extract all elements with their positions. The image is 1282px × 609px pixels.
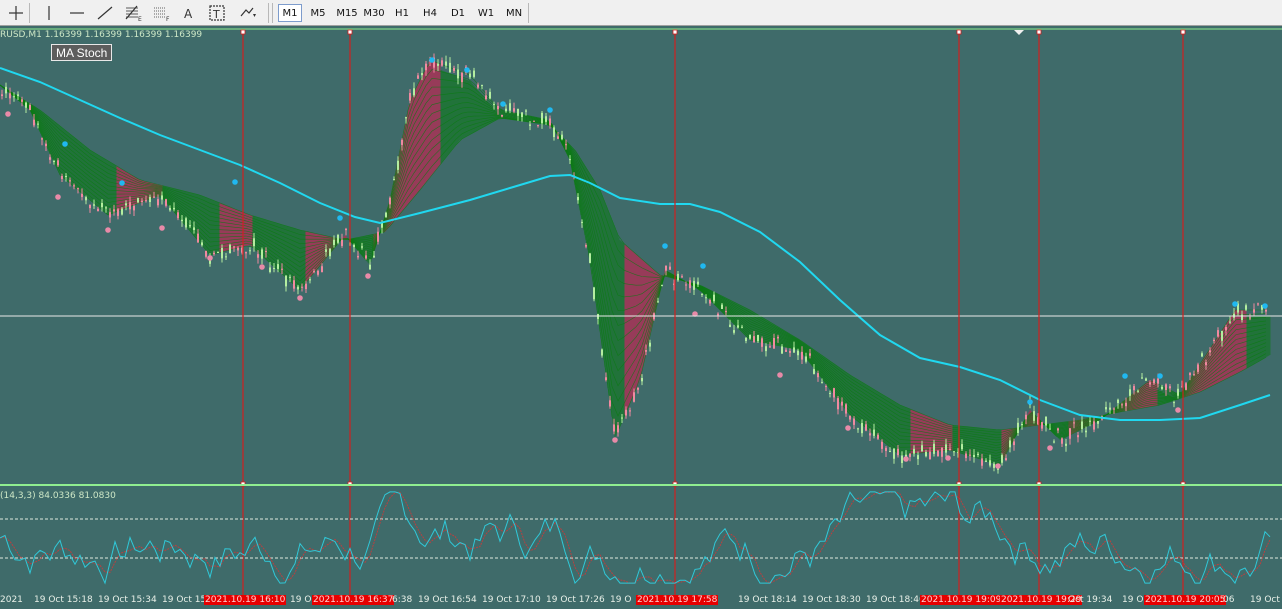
- fibo-fan-icon[interactable]: F: [150, 3, 172, 23]
- timeframe-h4[interactable]: H4: [418, 4, 442, 22]
- price-chart[interactable]: [0, 26, 1282, 609]
- vertical-line-icon[interactable]: [38, 3, 60, 23]
- time-axis-label: 19 Oct 15:34: [98, 595, 157, 605]
- horizontal-line-icon[interactable]: [66, 3, 88, 23]
- marker-time-label: 2021.10.19 17:58: [636, 595, 719, 605]
- text-icon[interactable]: A: [178, 3, 200, 23]
- time-axis-label: 19 Oct 17:26: [546, 595, 605, 605]
- time-axis-label: 19 Oct 16:54: [418, 595, 477, 605]
- time-axis-label: 19 Oct 15: [162, 595, 207, 605]
- toolbar-separator: [29, 3, 30, 23]
- ma-ribbon: [0, 60, 1271, 465]
- ma-stoch-button[interactable]: MA Stoch: [51, 44, 113, 61]
- svg-text:A: A: [184, 7, 193, 21]
- time-axis-label: 19 Oct: [1250, 595, 1280, 605]
- text-label-icon[interactable]: T: [206, 3, 228, 23]
- marker-time-label: 2021.10.19 20:05: [1144, 595, 1227, 605]
- time-axis-label: :06: [1220, 595, 1235, 605]
- fibonacci-icon[interactable]: E: [122, 3, 144, 23]
- time-axis-label: 19 Oct 18:30: [802, 595, 861, 605]
- chart-shift-marker: [1014, 30, 1024, 35]
- trendline-icon[interactable]: [94, 3, 116, 23]
- timeframe-w1[interactable]: W1: [474, 4, 498, 22]
- toolbar: E F A T M1 M5 M15 M30 H1 H4 D1 W1 MN: [0, 0, 1282, 26]
- crosshair-icon[interactable]: [5, 3, 27, 23]
- svg-text:T: T: [212, 8, 220, 21]
- stoch-main-line: [0, 491, 1271, 585]
- arrows-icon[interactable]: [236, 3, 258, 23]
- timeframe-m5[interactable]: M5: [306, 4, 330, 22]
- time-axis-label: Oct 19:34: [1068, 595, 1113, 605]
- marker-time-label: 2021.10.19 19:09: [920, 595, 1003, 605]
- timeframe-m30[interactable]: M30: [362, 4, 386, 22]
- time-axis-label: 2021: [0, 595, 23, 605]
- chart-window[interactable]: [0, 26, 1282, 609]
- timeframe-d1[interactable]: D1: [446, 4, 470, 22]
- toolbar-separator: [268, 3, 269, 23]
- time-axis-label: 19 Oct 18:46: [866, 595, 925, 605]
- timeframe-m15[interactable]: M15: [334, 4, 360, 22]
- toolbar-separator: [528, 3, 529, 23]
- timeframe-mn[interactable]: MN: [502, 4, 526, 22]
- marker-time-label: 2021.10.19 16:10: [204, 595, 287, 605]
- svg-text:F: F: [166, 16, 170, 22]
- time-axis-label: 19 Oct 18:14: [738, 595, 797, 605]
- svg-text:E: E: [138, 16, 142, 22]
- marker-time-label: 2021.10.19 16:37: [312, 595, 395, 605]
- stochastic-label: (14,3,3) 84.0336 81.0830: [0, 491, 116, 501]
- toolbar-separator: [272, 3, 273, 23]
- time-axis-label: 6:38: [392, 595, 413, 605]
- time-axis-label: 19 O: [610, 595, 632, 605]
- time-axis-label: 19 O: [1122, 595, 1144, 605]
- timeframe-m1[interactable]: M1: [278, 4, 302, 22]
- time-axis-label: 19 Oct 17:10: [482, 595, 541, 605]
- symbol-info: RUSD,M1 1.16399 1.16399 1.16399 1.16399: [0, 30, 203, 40]
- time-axis-label: 19 Oct 15:18: [34, 595, 93, 605]
- timeframe-h1[interactable]: H1: [390, 4, 414, 22]
- time-axis-label: 19 O: [290, 595, 312, 605]
- vertical-markers: [240, 29, 1186, 595]
- stoch-signal-line: [0, 491, 1271, 584]
